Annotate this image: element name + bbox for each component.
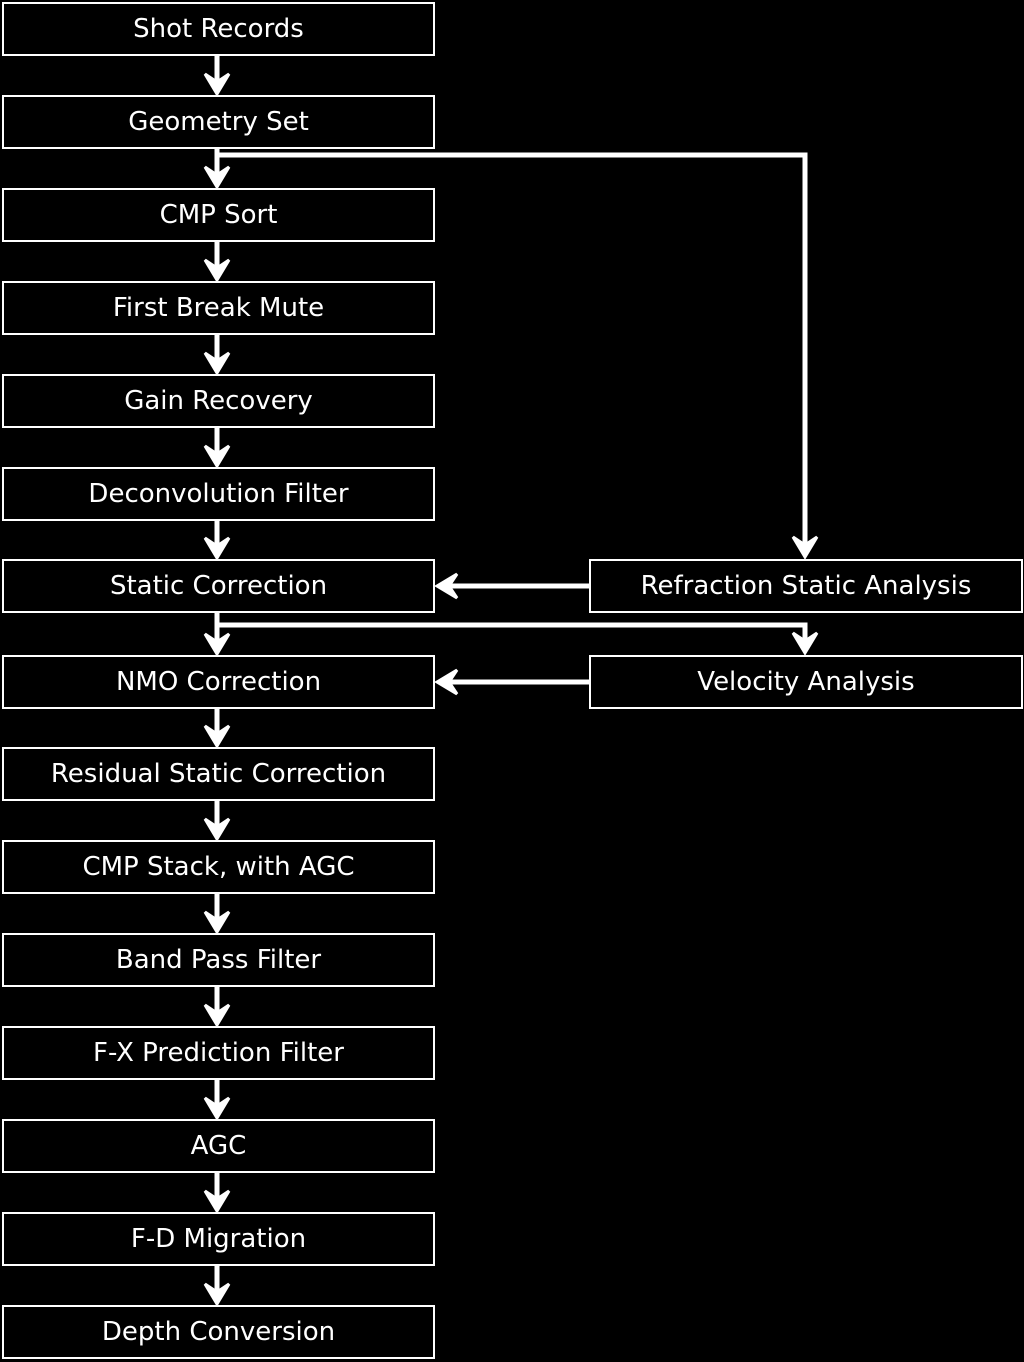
process-box-first-break-mute: First Break Mute [2, 281, 435, 335]
process-box-cmp-sort: CMP Sort [2, 188, 435, 242]
process-box-depth-conversion: Depth Conversion [2, 1305, 435, 1359]
process-box-shot-records: Shot Records [2, 2, 435, 56]
process-box-band-pass-filter: Band Pass Filter [2, 933, 435, 987]
process-box-agc: AGC [2, 1119, 435, 1173]
process-box-geometry-set: Geometry Set [2, 95, 435, 149]
process-box-deconvolution-filter: Deconvolution Filter [2, 467, 435, 521]
process-box-nmo-correction: NMO Correction [2, 655, 435, 709]
side-box-velocity-analysis: Velocity Analysis [589, 655, 1023, 709]
process-box-residual-static-correction: Residual Static Correction [2, 747, 435, 801]
process-box-gain-recovery: Gain Recovery [2, 374, 435, 428]
branch-line-velocity [217, 622, 808, 646]
side-box-refraction-static-analysis: Refraction Static Analysis [589, 559, 1023, 613]
process-box-cmp-stack-with-agc: CMP Stack, with AGC [2, 840, 435, 894]
process-box-f-x-prediction-filter: F-X Prediction Filter [2, 1026, 435, 1080]
process-box-f-d-migration: F-D Migration [2, 1212, 435, 1266]
process-box-static-correction: Static Correction [2, 559, 435, 613]
